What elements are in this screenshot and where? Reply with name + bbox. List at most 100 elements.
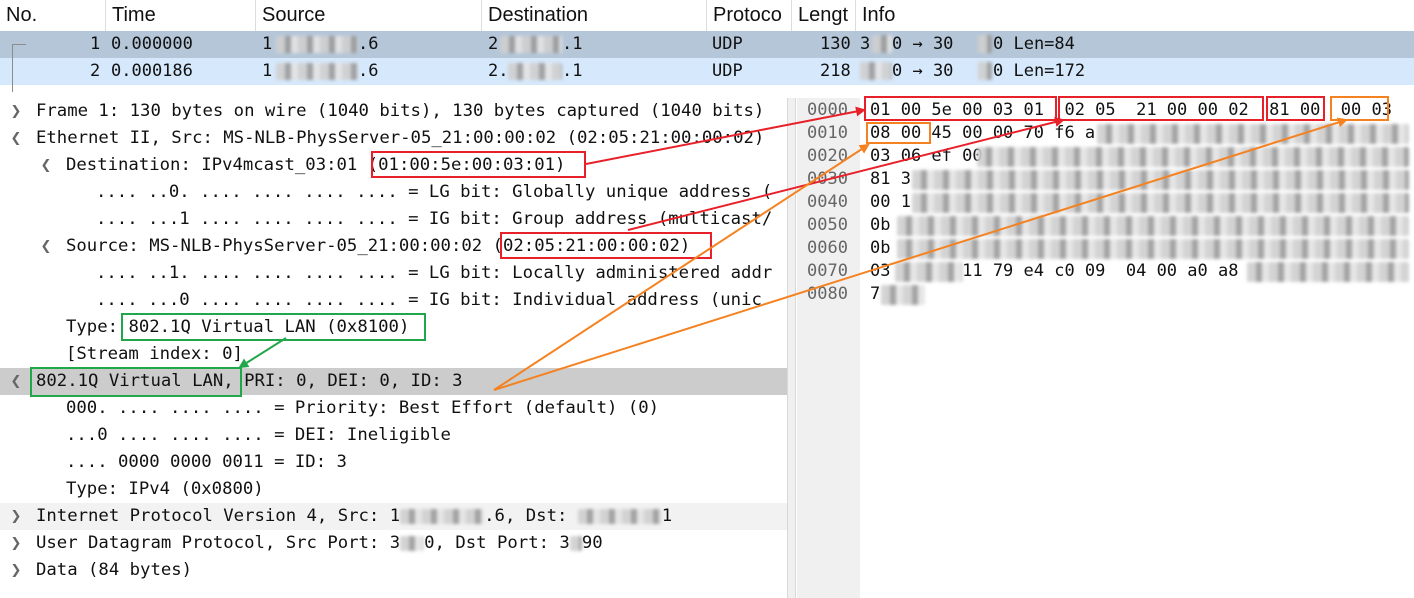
packet-source: 1 — [262, 61, 273, 81]
redacted-blur — [1097, 124, 1409, 144]
tree-item-vlan-id[interactable]: .... 0000 0000 0011 = ID: 3 — [0, 449, 787, 476]
chevron-right-icon[interactable]: ❯ — [8, 98, 24, 125]
tree-item-vlan-dei[interactable]: ...0 .... .... .... = DEI: Ineligible — [0, 422, 787, 449]
pane-splitter[interactable] — [787, 98, 796, 598]
packet-time: 0.000186 — [111, 61, 193, 81]
redacted-blur — [872, 35, 892, 53]
packet-protocol: UDP — [712, 34, 743, 54]
chevron-down-icon[interactable]: ❮ — [8, 368, 24, 395]
byte-offset: 0000 — [807, 100, 848, 120]
packet-time: 0.000000 — [111, 34, 193, 54]
hex-line[interactable]: 0b — [870, 237, 890, 260]
packet-info-a: 3 — [860, 34, 871, 54]
tree-item-src-ig[interactable]: .... ...0 .... .... .... .... = IG bit: … — [0, 287, 787, 314]
annotation-box-hex-tpid — [1266, 96, 1325, 121]
redacted-blur — [508, 63, 562, 80]
packet-source: 1 — [262, 34, 273, 54]
redacted-blur — [912, 170, 1409, 190]
tree-item-frame[interactable]: ❯ Frame 1: 130 bytes on wire (1040 bits)… — [0, 98, 787, 125]
packet-length: 130 — [820, 34, 851, 54]
column-no[interactable]: No. — [0, 0, 106, 31]
redacted-blur — [1247, 262, 1409, 282]
packet-protocol: UDP — [712, 61, 743, 81]
tree-item-stream-index[interactable]: [Stream index: 0] — [0, 341, 787, 368]
tree-item-vlan-priority[interactable]: 000. .... .... .... = Priority: Best Eff… — [0, 395, 787, 422]
annotation-box-hex-src — [1058, 96, 1264, 121]
annotation-box-dst-mac — [371, 151, 586, 178]
byte-offset: 0060 — [807, 238, 848, 258]
tree-item-dst-ig[interactable]: .... ...1 .... .... .... .... = IG bit: … — [0, 206, 787, 233]
byte-offset: 0030 — [807, 169, 848, 189]
packet-bytes-pane[interactable]: 0000 0010 0020 0030 0040 0050 0060 0070 … — [797, 98, 1414, 598]
packet-source-tail: .6 — [358, 34, 379, 54]
redacted-blur — [276, 63, 358, 80]
packet-no: 1 — [90, 34, 101, 54]
tree-item-data[interactable]: ❯ Data (84 bytes) — [0, 557, 787, 584]
hex-line[interactable]: 0b — [870, 214, 890, 237]
redacted-blur — [895, 262, 963, 282]
hex-line[interactable]: 7 — [870, 283, 880, 306]
byte-offset: 0040 — [807, 192, 848, 212]
tree-item-src-lg[interactable]: .... ..1. .... .... .... .... = LG bit: … — [0, 260, 787, 287]
byte-offset: 0010 — [807, 123, 848, 143]
packet-info-c: 0 Len=84 — [993, 34, 1075, 54]
column-source[interactable]: Source — [256, 0, 482, 31]
packet-source-tail: .6 — [358, 61, 379, 81]
annotation-box-hex-dst — [864, 96, 1057, 121]
redacted-blur — [577, 508, 662, 524]
chevron-down-icon[interactable]: ❮ — [38, 233, 54, 260]
column-length[interactable]: Lengt — [792, 0, 856, 31]
chevron-right-icon[interactable]: ❯ — [8, 530, 24, 557]
redacted-blur — [978, 35, 992, 53]
packet-destination-tail: .1 — [562, 34, 583, 54]
byte-offset: 0070 — [807, 261, 848, 281]
packet-destination-tail: .1 — [562, 61, 583, 81]
redacted-blur — [897, 216, 1409, 236]
packet-destination: 2. — [488, 61, 509, 81]
redacted-blur — [400, 508, 485, 524]
chevron-down-icon[interactable]: ❮ — [8, 125, 24, 152]
tree-item-vlan-type[interactable]: Type: IPv4 (0x0800) — [0, 476, 787, 503]
redacted-blur — [860, 62, 892, 80]
tree-item-dst-lg[interactable]: .... ..0. .... .... .... .... = LG bit: … — [0, 179, 787, 206]
chevron-down-icon[interactable]: ❮ — [38, 152, 54, 179]
packet-list-header: No. Time Source Destination Protoco Leng… — [0, 0, 1414, 32]
column-info[interactable]: Info — [856, 0, 1414, 31]
packet-row-2[interactable]: 2 0.000186 1 .6 2. .1 UDP 218 0 → 30 0 L… — [0, 58, 1414, 85]
redacted-blur — [400, 535, 425, 551]
conversation-line — [12, 44, 13, 92]
redacted-blur — [897, 239, 1409, 259]
redacted-blur — [276, 36, 358, 53]
packet-info-c: 0 Len=172 — [993, 61, 1086, 81]
column-time[interactable]: Time — [106, 0, 256, 31]
redacted-blur — [977, 147, 1409, 167]
redacted-blur — [500, 36, 562, 53]
hex-line[interactable]: 81 3 — [870, 168, 911, 191]
packet-no: 2 — [90, 61, 101, 81]
redacted-blur — [569, 535, 582, 551]
packet-destination: 2 — [488, 34, 499, 54]
column-protocol[interactable]: Protoco — [707, 0, 792, 31]
hex-line[interactable]: 00 1 — [870, 191, 911, 214]
redacted-blur — [912, 193, 1409, 213]
packet-info-b: 0 → 30 — [892, 61, 954, 81]
byte-offset: 0080 — [807, 284, 848, 304]
packet-row-1[interactable]: 1 0.000000 1 .6 2 .1 UDP 130 3 0 → 30 0 … — [0, 31, 1414, 58]
column-destination[interactable]: Destination — [482, 0, 707, 31]
byte-offset: 0020 — [807, 146, 848, 166]
chevron-right-icon[interactable]: ❯ — [8, 557, 24, 584]
tree-item-ipv4[interactable]: ❯ Internet Protocol Version 4, Src: 1.6,… — [0, 503, 787, 530]
annotation-box-hex-tci — [1330, 96, 1389, 121]
byte-offset: 0050 — [807, 215, 848, 235]
tree-item-udp[interactable]: ❯ User Datagram Protocol, Src Port: 3 0, … — [0, 530, 787, 557]
chevron-right-icon[interactable]: ❯ — [8, 503, 24, 530]
packet-info-b: 0 → 30 — [892, 34, 954, 54]
tree-item-ethernet[interactable]: ❮ Ethernet II, Src: MS-NLB-PhysServer-05… — [0, 125, 787, 152]
annotation-box-hex-ethertype — [866, 122, 931, 144]
conversation-line-tick — [12, 44, 26, 45]
annotation-box-eth-type — [121, 313, 426, 341]
redacted-blur — [881, 285, 925, 305]
hex-line[interactable]: 03 06 ef 00 — [870, 145, 983, 168]
packet-length: 218 — [820, 61, 851, 81]
annotation-box-vlan — [30, 367, 242, 397]
